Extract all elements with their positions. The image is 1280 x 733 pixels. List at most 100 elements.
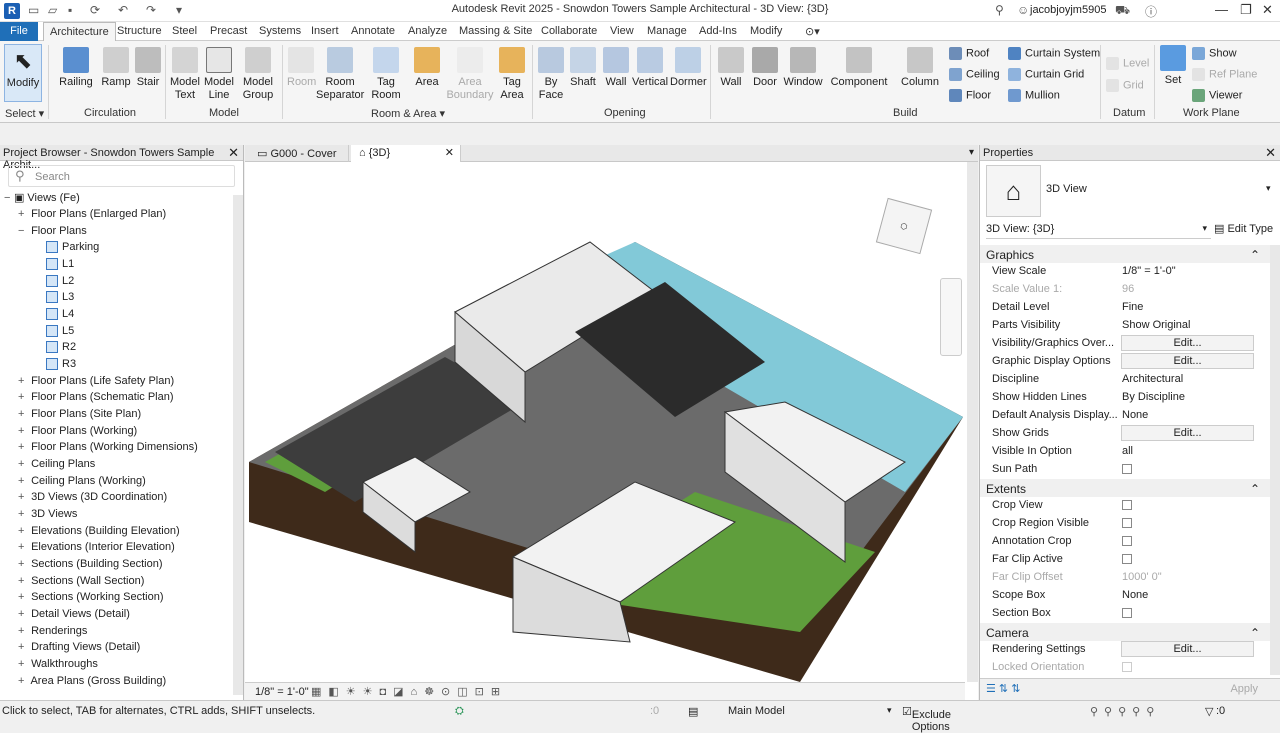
edit-button[interactable]: Edit... xyxy=(1121,425,1254,441)
railing-button[interactable]: Railing xyxy=(56,47,96,89)
tab-view[interactable]: View xyxy=(610,25,634,37)
edit-button[interactable]: Edit... xyxy=(1121,353,1254,369)
tree-item[interactable]: + Drafting Views (Detail) xyxy=(18,641,140,657)
tag-area-button[interactable]: Tag Area xyxy=(497,47,527,102)
restore-icon[interactable]: ❐ xyxy=(1240,2,1252,18)
dormer-button[interactable]: Dormer xyxy=(670,47,707,89)
property-row[interactable]: Default Analysis Display... None xyxy=(980,406,1270,424)
user-icon[interactable]: ☺ xyxy=(1017,3,1029,17)
property-row[interactable]: Rendering Settings Edit... xyxy=(980,640,1270,658)
tab-3d-view[interactable]: ⌂ {3D} ✕ xyxy=(351,145,461,162)
tree-item[interactable]: + Detail Views (Detail) xyxy=(18,608,130,624)
tab-analyze[interactable]: Analyze xyxy=(408,25,447,37)
mullion-button[interactable]: Mullion xyxy=(1008,89,1060,102)
model-group-button[interactable]: Model Group xyxy=(240,47,276,102)
property-row[interactable]: Annotation Crop xyxy=(980,532,1270,550)
tree-item[interactable]: + Floor Plans (Working) xyxy=(18,425,137,441)
select-panel-label[interactable]: Select ▾ xyxy=(5,107,44,120)
tree-item[interactable]: + Area Plans (Gross Building) xyxy=(18,675,166,691)
edit-button[interactable]: Edit... xyxy=(1121,335,1254,351)
floor-button[interactable]: Floor xyxy=(949,89,991,102)
model-text-button[interactable]: Model Text xyxy=(169,47,201,102)
tree-item[interactable]: + Floor Plans (Enlarged Plan) xyxy=(18,208,166,224)
tree-item[interactable]: + Sections (Wall Section) xyxy=(18,575,144,591)
tab-manage[interactable]: Manage xyxy=(647,25,687,37)
property-row[interactable]: Detail Level Fine xyxy=(980,298,1270,316)
curtain-grid-button[interactable]: Curtain Grid xyxy=(1008,68,1084,81)
checkbox[interactable] xyxy=(1122,464,1132,474)
cart-icon[interactable]: ⛟ xyxy=(1115,3,1130,19)
property-row[interactable]: Far Clip Active xyxy=(980,550,1270,568)
property-row[interactable]: Section Box xyxy=(980,604,1270,622)
tree-root-views[interactable]: − ▣ Views (Fe) xyxy=(4,191,80,207)
property-row[interactable]: Discipline Architectural xyxy=(980,370,1270,388)
tab-menu-icon[interactable]: ▾ xyxy=(969,147,974,158)
checkbox[interactable] xyxy=(1122,500,1132,510)
tab-insert[interactable]: Insert xyxy=(311,25,339,37)
property-row[interactable]: Graphic Display Options Edit... xyxy=(980,352,1270,370)
property-row[interactable]: Show Hidden Lines By Discipline xyxy=(980,388,1270,406)
tree-item[interactable]: + 3D Views xyxy=(18,508,77,524)
model-dropdown-icon[interactable]: ▾ xyxy=(887,705,892,716)
tree-item[interactable]: + Floor Plans (Schematic Plan) xyxy=(18,391,174,407)
ramp-button[interactable]: Ramp xyxy=(100,47,132,89)
tree-leaf[interactable]: R3 xyxy=(46,358,76,374)
design-options-icon[interactable]: ▤ xyxy=(688,705,698,718)
property-row[interactable]: Scope Box None xyxy=(980,586,1270,604)
tree-item[interactable]: + Renderings xyxy=(18,625,87,641)
room-separator-button[interactable]: Room Separator xyxy=(316,47,364,102)
main-model-select[interactable]: Main Model xyxy=(728,705,785,717)
component-button[interactable]: Component xyxy=(830,47,888,89)
property-row[interactable]: Visibility/Graphics Over... Edit... xyxy=(980,334,1270,352)
ceiling-button[interactable]: Ceiling xyxy=(949,68,1000,81)
property-row[interactable]: Show Grids Edit... xyxy=(980,424,1270,442)
search-input[interactable]: ⚲ Search xyxy=(8,165,235,187)
tab-g000-cover[interactable]: ▭ G000 - Cover xyxy=(249,145,349,162)
tab-add-ins[interactable]: Add-Ins xyxy=(699,25,737,37)
checkbox[interactable] xyxy=(1122,536,1132,546)
tree-leaf[interactable]: L3 xyxy=(46,291,74,307)
help-icon[interactable]: ⓘ xyxy=(1145,3,1157,20)
apply-button[interactable]: Apply xyxy=(1230,683,1258,695)
property-row[interactable]: Visible In Option all xyxy=(980,442,1270,460)
tree-item[interactable]: − Floor Plans xyxy=(18,225,87,241)
tree-item[interactable]: + Ceiling Plans xyxy=(18,458,95,474)
view-scale-label[interactable]: 1/8" = 1'-0" xyxy=(255,686,309,698)
tree-item[interactable]: + Sections (Working Section) xyxy=(18,591,164,607)
navigation-bar[interactable] xyxy=(940,278,962,356)
roof-button[interactable]: Roof xyxy=(949,47,989,60)
tab-systems[interactable]: Systems xyxy=(259,25,301,37)
properties-scrollbar[interactable] xyxy=(1270,245,1280,675)
tab-precast[interactable]: Precast xyxy=(210,25,247,37)
tab-collaborate[interactable]: Collaborate xyxy=(541,25,597,37)
view-control-icons[interactable]: ▦◧☀☀◘◪⌂☸⊙◫⊡⊞ xyxy=(311,685,507,698)
wall-button[interactable]: Wall xyxy=(716,47,746,89)
tab-structure[interactable]: Structure xyxy=(117,25,162,37)
tab-massing-site[interactable]: Massing & Site xyxy=(459,25,532,37)
tree-leaf[interactable]: R2 xyxy=(46,341,76,357)
property-row[interactable]: Sun Path xyxy=(980,460,1270,478)
tag-room-button[interactable]: Tag Room xyxy=(368,47,404,102)
contextual-tab-icon[interactable]: ⊙▾ xyxy=(805,25,820,38)
checkbox[interactable] xyxy=(1122,608,1132,618)
close-icon[interactable]: ✕ xyxy=(228,145,239,161)
binoculars-icon[interactable]: ⚲ xyxy=(995,3,1004,17)
close-tab-icon[interactable]: ✕ xyxy=(445,146,454,159)
stair-button[interactable]: Stair xyxy=(134,47,162,89)
tree-item[interactable]: + Floor Plans (Working Dimensions) xyxy=(18,441,198,457)
tab-annotate[interactable]: Annotate xyxy=(351,25,395,37)
door-button[interactable]: Door xyxy=(750,47,780,89)
tree-leaf[interactable]: L5 xyxy=(46,325,74,341)
property-row[interactable]: Crop Region Visible xyxy=(980,514,1270,532)
viewer-button[interactable]: Viewer xyxy=(1192,89,1242,102)
sort-icons[interactable]: ☰ ⇅ ⇅ xyxy=(986,682,1020,695)
room-area-panel-label[interactable]: Room & Area ▾ xyxy=(371,107,445,120)
model-line-button[interactable]: Model Line xyxy=(203,47,235,102)
close-icon[interactable]: ✕ xyxy=(1262,2,1273,18)
by-face-button[interactable]: By Face xyxy=(537,47,565,102)
property-row[interactable]: Crop View xyxy=(980,496,1270,514)
set-button[interactable]: Set xyxy=(1158,45,1188,87)
tree-item[interactable]: + Floor Plans (Life Safety Plan) xyxy=(18,375,174,391)
section-camera[interactable]: Camera ⌃ xyxy=(980,623,1270,641)
edit-type-button[interactable]: ▤ Edit Type xyxy=(1214,222,1273,235)
